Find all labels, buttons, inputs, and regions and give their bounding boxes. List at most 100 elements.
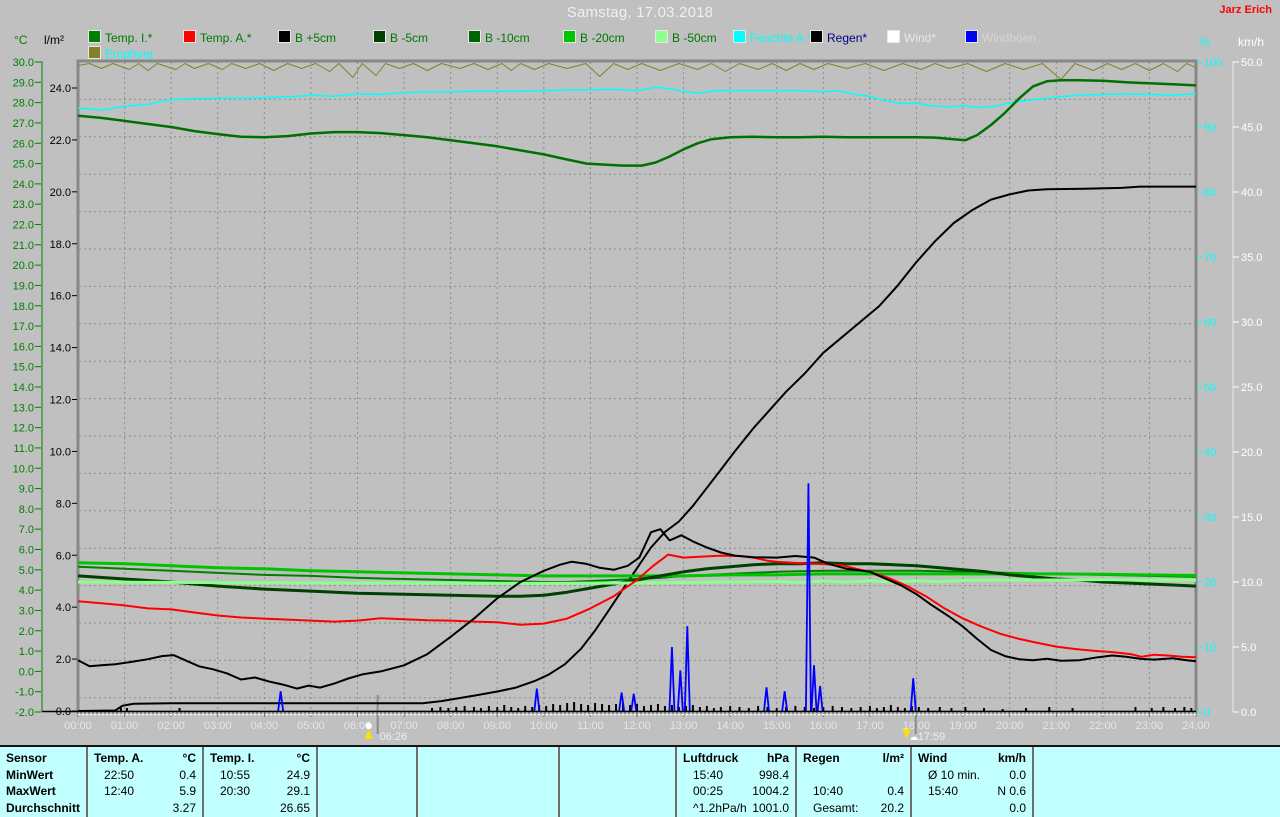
rain-tick	[601, 704, 603, 711]
table-rowlabels-column: SensorMinWertMaxWertDurchschnitt	[0, 747, 88, 817]
hour-label: 12:00	[623, 720, 651, 732]
table-row-empty-3-2	[560, 783, 675, 800]
table-cell-temp-i-3-value: 26.65	[280, 801, 316, 815]
table-row-regen-1	[797, 767, 910, 784]
axis-label-humidity_pct: 40	[1204, 447, 1216, 459]
sunrise-icon	[365, 723, 371, 729]
axis-label-temp_c: 28.0	[13, 98, 34, 110]
rain-tick	[904, 708, 906, 711]
axis-label-temp_c: 9.0	[19, 484, 34, 496]
table-cell-temp-a-1-value: 0.4	[179, 768, 202, 782]
rain-tick	[1151, 708, 1153, 711]
axis-label-rain_lm2: 4.0	[56, 602, 71, 614]
table-cell-temp-i-0-label: Temp. I.	[204, 751, 254, 765]
table-row-empty-2-3	[418, 800, 558, 817]
table-cell-temp-i-1-label: 10:55	[204, 768, 250, 782]
axis-label-temp_c: 15.0	[13, 362, 34, 374]
axis-label-rain_lm2: 14.0	[50, 343, 71, 355]
axis-label-rain_lm2: 2.0	[56, 654, 71, 666]
table-cell-luftdruck-0-value: hPa	[767, 751, 795, 765]
axis-unit-wind: km/h	[1238, 35, 1264, 49]
rain-tick	[729, 706, 731, 711]
table-column-wind: Windkm/hØ 10 min.0.015:40N 0.60.0	[912, 747, 1034, 817]
axis-label-temp_c: 4.0	[19, 585, 34, 597]
rain-tick	[510, 707, 512, 711]
rain-tick	[1048, 707, 1050, 711]
table-row-wind-3: 0.0	[912, 800, 1032, 817]
table-row-empty-3-1	[560, 767, 675, 784]
series-windboeen-spike	[685, 626, 690, 711]
axis-unit-rain: l/m²	[44, 33, 64, 47]
table-row-empty-1-2	[318, 783, 416, 800]
rain-tick	[720, 707, 722, 711]
table-row-luftdruck-0: Luftdruck hPa	[677, 750, 795, 767]
rain-tick	[1183, 707, 1185, 711]
axis-label-rain_lm2: 12.0	[50, 395, 71, 407]
rain-tick	[559, 705, 561, 711]
rain-tick	[503, 705, 505, 711]
table-column-regen: Regenl/m² 10:400.4Gesamt: 20.2	[797, 747, 912, 817]
table-cell-temp-a-3-value: 3.27	[173, 801, 202, 815]
axis-label-temp_c: 5.0	[19, 565, 34, 577]
table-cell-wind-1-label: Ø 10 min.	[912, 768, 980, 782]
table-column-empty-1	[318, 747, 418, 817]
hour-label: 01:00	[111, 720, 139, 732]
table-cell-temp-a-2-value: 5.9	[179, 784, 202, 798]
rain-tick	[126, 708, 128, 711]
hour-label: 09:00	[483, 720, 511, 732]
axis-label-temp_c: 22.0	[13, 220, 34, 232]
table-row-wind-0: Windkm/h	[912, 750, 1032, 767]
axis-label-wind_kmh: 10.0	[1241, 577, 1262, 589]
axis-label-temp_c: -2.0	[15, 707, 34, 719]
axis-label-temp_c: -1.0	[15, 687, 34, 699]
rain-tick	[757, 706, 759, 711]
rain-tick	[531, 707, 533, 711]
rain-tick	[671, 705, 673, 711]
rain-tick	[664, 706, 666, 711]
rain-tick	[1025, 708, 1027, 711]
hour-label: 20:00	[996, 720, 1024, 732]
table-cell-luftdruck-1-value: 998.4	[759, 768, 795, 782]
table-row-regen-2: 10:400.4	[797, 783, 910, 800]
rain-tick	[439, 707, 441, 711]
table-row-temp-i-2: 20:3029.1	[204, 783, 316, 800]
sunset-arrow-icon	[903, 729, 911, 739]
table-row-regen-3: Gesamt: 20.2	[797, 800, 910, 817]
rain-tick	[480, 708, 482, 711]
table-cell-regen-0-value: l/m²	[883, 751, 910, 765]
series-windboeen-spike	[806, 483, 811, 711]
rain-tick	[566, 703, 568, 711]
axis-label-temp_c: 7.0	[19, 524, 34, 536]
rain-tick	[120, 707, 122, 711]
table-row-wind-1: Ø 10 min.0.0	[912, 767, 1032, 784]
rain-tick	[927, 708, 929, 711]
rain-tick	[431, 708, 433, 711]
weather-app-window: Samstag, 17.03.2018 Jarz Erich Temp. I.*…	[0, 0, 1280, 817]
rain-tick	[692, 705, 694, 711]
axis-label-humidity_pct: 90	[1204, 122, 1216, 134]
table-cell-regen-3-value: 20.2	[881, 801, 910, 815]
axis-label-wind_kmh: 0.0	[1241, 707, 1256, 719]
rain-tick	[918, 707, 920, 711]
table-row-temp-i-0: Temp. I.°C	[204, 750, 316, 767]
axis-label-temp_c: 30.0	[13, 57, 34, 69]
hour-label: 24:00	[1182, 720, 1210, 732]
table-row-empty-3-0	[560, 750, 675, 767]
axis-label-temp_c: 1.0	[19, 646, 34, 658]
table-row-regen-0: Regenl/m²	[797, 750, 910, 767]
axis-label-rain_lm2: 10.0	[50, 446, 71, 458]
hour-label: 03:00	[204, 720, 232, 732]
axis-label-temp_c: 10.0	[13, 463, 34, 475]
axis-label-humidity_pct: 60	[1204, 317, 1216, 329]
table-cell-regen-3-label: Gesamt:	[797, 801, 858, 815]
rain-tick	[608, 705, 610, 711]
rain-tick	[488, 706, 490, 711]
table-cell-luftdruck-0-label: Luftdruck	[677, 751, 738, 765]
rain-tick	[455, 707, 457, 711]
rain-tick	[841, 707, 843, 711]
table-rowlabel-sensor: Sensor	[0, 750, 86, 767]
rain-tick	[643, 706, 645, 711]
table-row-empty-1-1	[318, 767, 416, 784]
axis-label-temp_c: 19.0	[13, 280, 34, 292]
table-column-empty-2	[418, 747, 560, 817]
